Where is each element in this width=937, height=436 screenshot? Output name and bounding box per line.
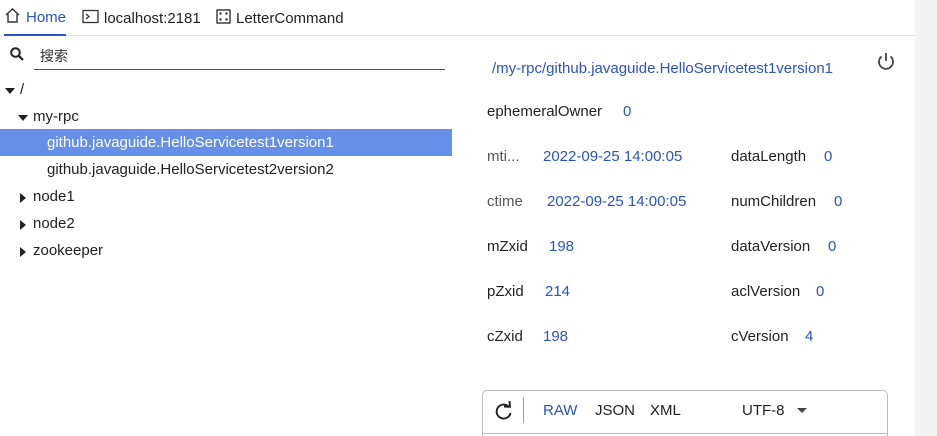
stat-label-czxid: cZxid — [487, 328, 523, 345]
stat-value-mzxid: 198 — [549, 238, 575, 255]
terminal-icon — [82, 9, 99, 28]
tab-localhost-label: localhost:2181 — [104, 9, 201, 27]
caret-down-icon[interactable] — [4, 84, 16, 96]
stat-value-ctime: 2022-09-25 14:00:05 — [547, 193, 687, 210]
encoding-select[interactable]: UTF-8 — [742, 402, 807, 419]
caret-right-icon[interactable] — [17, 218, 29, 230]
stat-label-ctime: ctime — [487, 193, 523, 210]
power-icon — [874, 53, 898, 78]
toolbar-divider — [523, 397, 524, 423]
stat-label-mzxid: mZxid — [487, 238, 528, 255]
format-json-tab[interactable]: JSON — [595, 402, 635, 419]
tree-node-node1[interactable]: node1 — [0, 183, 452, 210]
node-path-link[interactable]: /my-rpc/github.javaguide.HelloServicetes… — [492, 60, 833, 77]
toolbar-bottom-border — [483, 433, 887, 434]
search-input[interactable] — [34, 42, 445, 70]
tab-letter-command-label: LetterCommand — [236, 9, 344, 27]
disconnect-button[interactable] — [874, 50, 898, 74]
caret-right-icon[interactable] — [17, 191, 29, 203]
tree-node-root[interactable]: / — [0, 76, 452, 103]
stat-label-data-length: dataLength — [731, 148, 807, 165]
tab-letter-command[interactable]: LetterCommand — [216, 0, 344, 36]
stat-value-acl-version: 0 — [816, 283, 825, 300]
stat-label-mtime: mti... — [487, 148, 520, 165]
stat-label-acl-version: aclVersion — [731, 283, 801, 300]
caret-right-icon[interactable] — [17, 245, 29, 257]
data-viewer-panel: RAW JSON XML UTF-8 — [482, 390, 888, 436]
stat-value-pzxid: 214 — [545, 283, 571, 300]
tab-localhost[interactable]: localhost:2181 — [82, 0, 201, 36]
scrollbar-track[interactable] — [915, 0, 937, 436]
tab-bar: Home localhost:2181 LetterCommand — [0, 0, 915, 36]
home-icon — [4, 7, 21, 28]
format-xml-tab[interactable]: XML — [650, 402, 681, 419]
stat-value-cversion: 4 — [805, 328, 814, 345]
search-box — [6, 42, 445, 70]
stat-value-mtime: 2022-09-25 14:00:05 — [543, 148, 683, 165]
refresh-button[interactable] — [493, 399, 515, 423]
stat-value-data-version: 0 — [828, 238, 837, 255]
tree-node-label: node1 — [33, 188, 75, 205]
stat-label-cversion: cVersion — [731, 328, 789, 345]
stat-value-data-length: 0 — [824, 148, 833, 165]
tree-node-service2[interactable]: github.javaguide.HelloServicetest2versio… — [0, 156, 452, 183]
format-raw-tab[interactable]: RAW — [543, 402, 577, 419]
refresh-icon — [493, 400, 515, 427]
tree-node-service1[interactable]: github.javaguide.HelloServicetest1versio… — [0, 129, 452, 156]
stat-value-ephemeral-owner: 0 — [623, 103, 632, 120]
tree-node-label: github.javaguide.HelloServicetest1versio… — [47, 134, 334, 151]
stat-label-ephemeral-owner: ephemeralOwner — [487, 103, 603, 120]
tab-home[interactable]: Home — [4, 0, 67, 36]
stat-value-czxid: 198 — [543, 328, 569, 345]
stat-label-data-version: dataVersion — [731, 238, 811, 255]
caret-down-icon[interactable] — [17, 111, 29, 123]
tree-node-zookeeper[interactable]: zookeeper — [0, 237, 452, 264]
tree-node-label: node2 — [33, 215, 75, 232]
chevron-down-icon — [796, 408, 807, 413]
stat-value-num-children: 0 — [834, 193, 843, 210]
encoding-value: UTF-8 — [742, 402, 785, 419]
dice-icon — [216, 8, 231, 28]
tree-node-label: / — [20, 81, 25, 98]
stat-label-pzxid: pZxid — [487, 283, 524, 300]
tree-node-node2[interactable]: node2 — [0, 210, 452, 237]
tree-node-label: zookeeper — [33, 242, 104, 259]
tree-node-my-rpc[interactable]: my-rpc — [0, 103, 452, 130]
search-icon — [9, 46, 25, 62]
stat-label-num-children: numChildren — [731, 193, 817, 210]
tree-node-label: github.javaguide.HelloServicetest2versio… — [47, 161, 334, 178]
tab-home-label: Home — [26, 8, 67, 26]
tree-node-label: my-rpc — [33, 108, 79, 125]
